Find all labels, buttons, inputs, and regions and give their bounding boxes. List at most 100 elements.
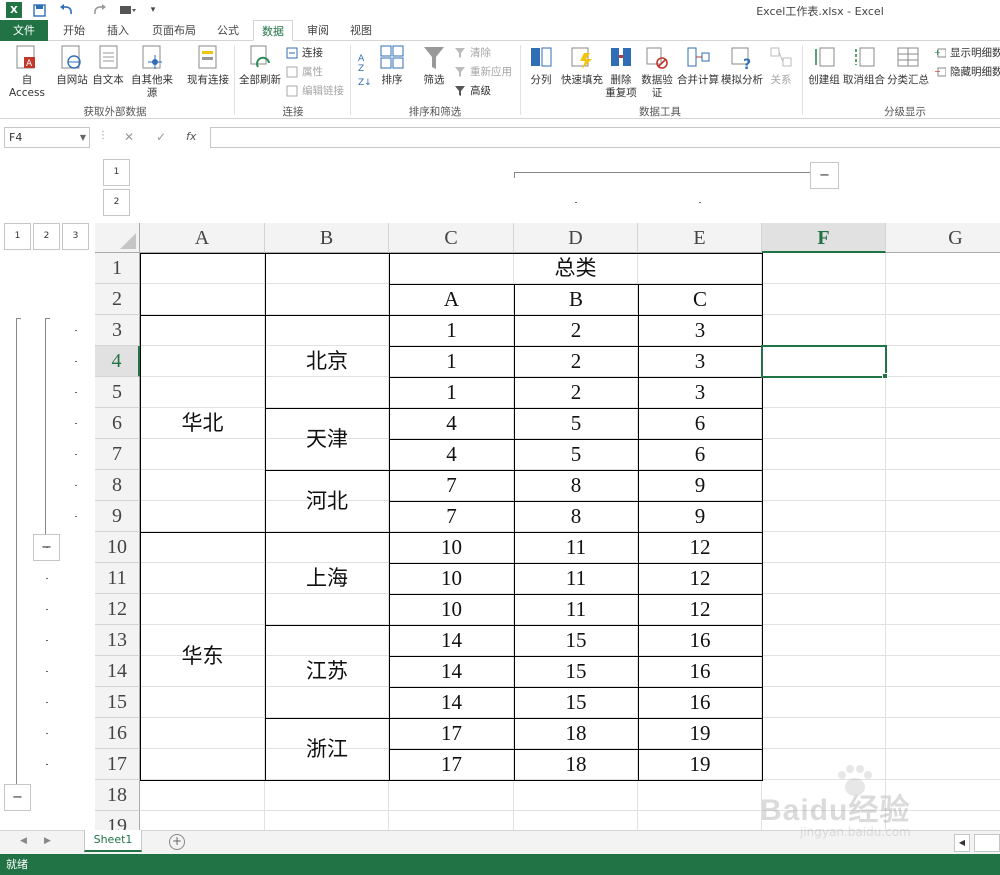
data-cell[interactable]: 12	[638, 563, 762, 594]
refresh-all-button[interactable]: 全部刷新	[238, 45, 282, 87]
data-cell[interactable]: 10	[389, 594, 514, 625]
customize-icon[interactable]	[116, 2, 140, 18]
chevron-down-icon[interactable]: ▼	[80, 128, 86, 147]
row-header-18[interactable]: 18	[95, 780, 140, 811]
data-cell[interactable]: 5	[514, 408, 638, 439]
remove-duplicates-button[interactable]: 删除 重复项	[604, 45, 638, 100]
row-outline-level-2-button[interactable]: 2	[33, 223, 60, 250]
data-cell[interactable]: 1	[389, 377, 514, 408]
subtotal-button[interactable]: 分类汇总	[886, 45, 930, 87]
show-detail-button[interactable]: + 显示明细数据	[934, 45, 1000, 61]
from-access-button[interactable]: A 自 Access	[4, 45, 50, 100]
data-cell[interactable]: 12	[638, 532, 762, 563]
data-validation-button[interactable]: 数据验 证	[640, 45, 674, 100]
column-header-c[interactable]: C	[389, 223, 514, 253]
tab-page-layout[interactable]: 页面布局	[146, 20, 202, 41]
column-header-e[interactable]: E	[638, 223, 762, 253]
row-header-17[interactable]: 17	[95, 749, 140, 780]
merged-header-total[interactable]: 总类	[389, 253, 762, 284]
worksheet-grid[interactable]: ABCDEFG 1 2 3 4 5 6 7 8 9 10 11 12 13 14 15 16 17 18 19 总类…	[95, 223, 1000, 830]
data-cell[interactable]: 17	[389, 749, 514, 780]
row-header-6[interactable]: 6	[95, 408, 140, 439]
group-button[interactable]: 创建组	[806, 45, 842, 87]
column-header-d[interactable]: D	[514, 223, 638, 253]
scroll-left-icon[interactable]: ◀	[20, 836, 27, 846]
data-cell[interactable]: 15	[514, 625, 638, 656]
sort-az-icon[interactable]: A Z Z↓	[356, 49, 376, 93]
row-header-8[interactable]: 8	[95, 470, 140, 501]
flash-fill-button[interactable]: 快速填充	[560, 45, 604, 87]
scroll-thumb[interactable]	[974, 834, 1000, 852]
connections-button[interactable]: 连接	[286, 45, 323, 61]
data-cell[interactable]: 3	[638, 377, 762, 408]
data-cell[interactable]: 16	[638, 687, 762, 718]
data-cell[interactable]: 6	[638, 439, 762, 470]
insert-function-icon[interactable]: fx	[186, 130, 196, 143]
data-cell[interactable]: 15	[514, 656, 638, 687]
row-header-2[interactable]: 2	[95, 284, 140, 315]
data-cell[interactable]: 11	[514, 532, 638, 563]
ungroup-button[interactable]: 取消组合	[842, 45, 886, 87]
data-cell[interactable]: 16	[638, 656, 762, 687]
advanced-filter-button[interactable]: 高级	[454, 83, 491, 99]
horizontal-scrollbar[interactable]: ◀	[954, 834, 1000, 852]
properties-button[interactable]: 属性	[286, 64, 323, 80]
data-cell[interactable]: 14	[389, 625, 514, 656]
what-if-analysis-button[interactable]: ? 模拟分析	[720, 45, 764, 87]
data-cell[interactable]: 19	[638, 749, 762, 780]
city-cell[interactable]: 天津	[265, 408, 389, 470]
column-header-f[interactable]: F	[762, 223, 886, 253]
row-header-4[interactable]: 4	[95, 346, 140, 377]
save-icon[interactable]	[30, 2, 48, 18]
column-outline-level-1-button[interactable]: 1	[103, 159, 130, 186]
row-collapse-button-level-1[interactable]: −	[4, 784, 31, 811]
data-cell[interactable]: 10	[389, 563, 514, 594]
column-header-g[interactable]: G	[886, 223, 1000, 253]
fill-handle[interactable]	[882, 373, 888, 379]
data-cell[interactable]: 17	[389, 718, 514, 749]
data-cell[interactable]: 1	[389, 315, 514, 346]
text-to-columns-button[interactable]: 分列	[526, 45, 556, 87]
row-header-5[interactable]: 5	[95, 377, 140, 408]
undo-icon[interactable]	[56, 2, 78, 18]
scroll-right-icon[interactable]: ▶	[44, 836, 51, 846]
data-cell[interactable]: 3	[638, 346, 762, 377]
column-collapse-button[interactable]: −	[810, 162, 839, 189]
selected-cell-f4[interactable]	[761, 345, 887, 378]
city-cell[interactable]: 江苏	[265, 625, 389, 718]
sheet-tab-sheet1[interactable]: Sheet1	[84, 830, 142, 852]
data-cell[interactable]: 12	[638, 594, 762, 625]
clear-filter-button[interactable]: 清除	[454, 45, 491, 61]
row-header-19[interactable]: 19	[95, 811, 140, 830]
relationships-button[interactable]: 关系	[766, 45, 796, 87]
enter-icon[interactable]: ✓	[156, 130, 166, 144]
data-cell[interactable]: 7	[389, 501, 514, 532]
data-cell[interactable]: 7	[389, 470, 514, 501]
data-cell[interactable]: 2	[514, 377, 638, 408]
sub-header-c[interactable]: C	[638, 284, 762, 315]
data-cell[interactable]: 2	[514, 346, 638, 377]
row-outline-level-3-button[interactable]: 3	[62, 223, 89, 250]
data-cell[interactable]: 9	[638, 470, 762, 501]
tab-data[interactable]: 数据	[253, 20, 293, 41]
column-header-a[interactable]: A	[140, 223, 265, 253]
row-header-11[interactable]: 11	[95, 563, 140, 594]
row-header-12[interactable]: 12	[95, 594, 140, 625]
tab-formulas[interactable]: 公式	[210, 20, 246, 41]
from-other-sources-button[interactable]: 自其他来源	[126, 45, 178, 100]
data-cell[interactable]: 16	[638, 625, 762, 656]
city-cell[interactable]: 河北	[265, 470, 389, 532]
row-header-3[interactable]: 3	[95, 315, 140, 346]
data-cell[interactable]: 1	[389, 346, 514, 377]
consolidate-button[interactable]: 合并计算	[676, 45, 720, 87]
cancel-icon[interactable]: ✕	[124, 130, 134, 144]
tab-file[interactable]: 文件	[0, 20, 48, 41]
redo-icon[interactable]	[88, 2, 110, 18]
data-cell[interactable]: 15	[514, 687, 638, 718]
row-header-13[interactable]: 13	[95, 625, 140, 656]
data-cell[interactable]: 9	[638, 501, 762, 532]
row-header-15[interactable]: 15	[95, 687, 140, 718]
data-cell[interactable]: 14	[389, 656, 514, 687]
data-cell[interactable]: 3	[638, 315, 762, 346]
tab-review[interactable]: 审阅	[300, 20, 336, 41]
